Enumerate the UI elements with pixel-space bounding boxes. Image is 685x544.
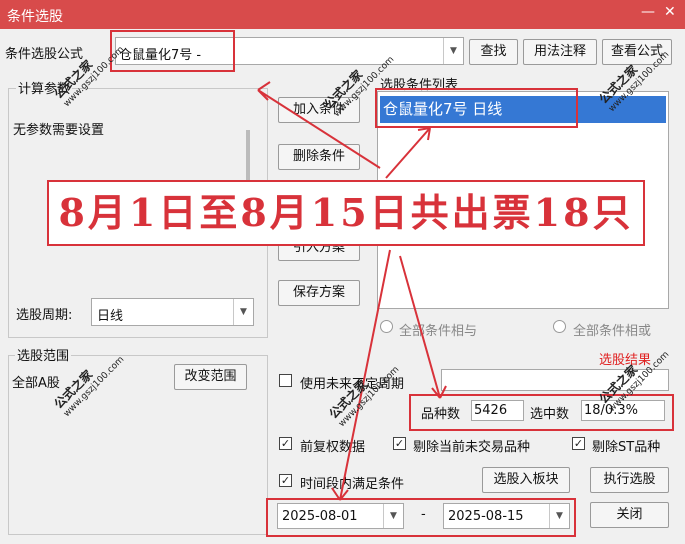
result-banner: 8月1日至8月15日共出票18只 — [47, 180, 645, 246]
